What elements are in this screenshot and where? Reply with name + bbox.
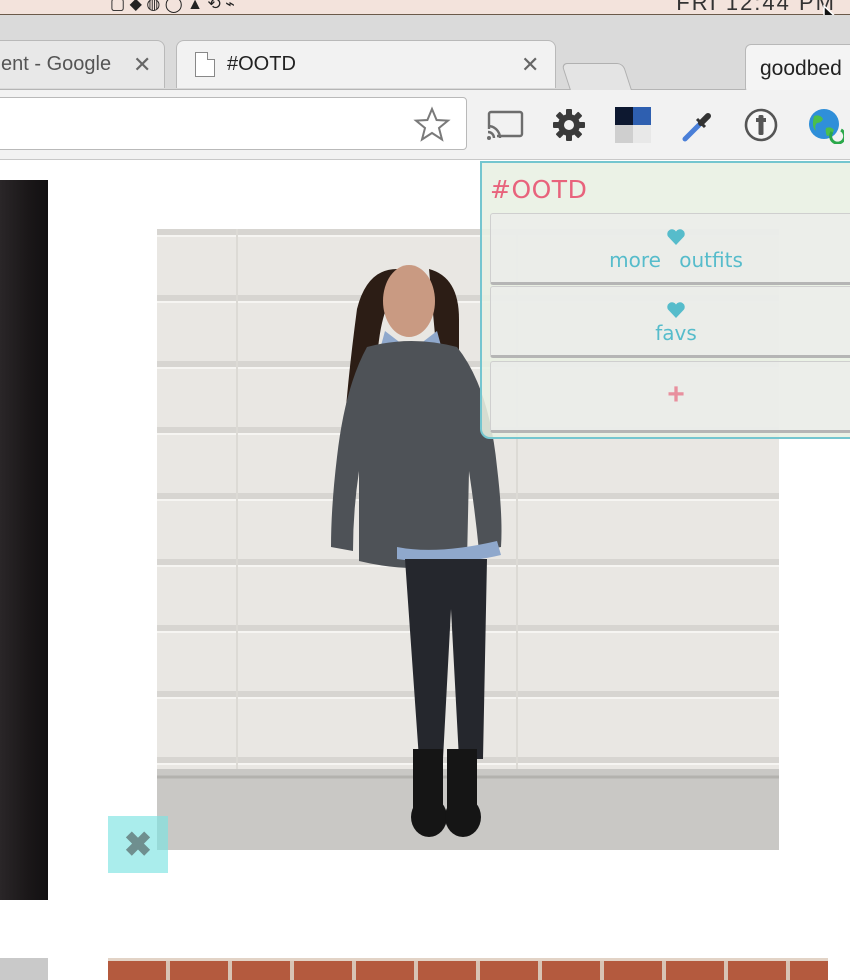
favs-button[interactable]: favs: [490, 286, 850, 358]
tab-title: ent - Google: [1, 53, 112, 75]
password-manager-icon[interactable]: [739, 103, 783, 147]
close-tab-icon[interactable]: ✕: [133, 52, 151, 78]
partial-outfit-photo[interactable]: [0, 180, 48, 900]
remove-button[interactable]: ✖: [108, 816, 168, 873]
add-outfit-button[interactable]: +: [490, 361, 850, 433]
popup-title: #OOTD: [490, 175, 588, 204]
partial-outfit-photo[interactable]: [0, 958, 48, 980]
favs-label: favs: [655, 321, 697, 345]
globe-refresh-icon[interactable]: [803, 103, 847, 147]
address-bar[interactable]: [0, 97, 467, 150]
browser-toolbar: [0, 90, 850, 160]
menubar-status-icons[interactable]: ▢ ◆ ◍ ◯ ▲ ⟲ ⌁: [110, 0, 235, 14]
menubar-clock[interactable]: FRI 12:44 PM: [676, 0, 836, 14]
heart-icon: [667, 229, 685, 245]
heart-icon: [667, 302, 685, 318]
page-icon: [195, 52, 215, 77]
more-outfits-label: more outfits: [609, 248, 743, 272]
gear-icon[interactable]: [547, 103, 591, 147]
cast-icon[interactable]: [483, 103, 527, 147]
close-icon: ✖: [123, 825, 153, 864]
eyedropper-icon[interactable]: [676, 103, 720, 147]
tab-title: #OOTD: [227, 53, 296, 75]
ootd-extension-popup: #OOTD more outfits favs +: [480, 161, 850, 439]
profile-button[interactable]: goodbed: [745, 44, 850, 94]
new-tab-button[interactable]: [561, 63, 633, 93]
more-outfits-button[interactable]: more outfits: [490, 213, 850, 285]
brick-wall-photo[interactable]: [108, 958, 828, 980]
tab-google[interactable]: ent - Google ✕: [0, 40, 165, 88]
tab-ootd[interactable]: #OOTD ✕: [176, 40, 556, 88]
menu-bar: ▢ ◆ ◍ ◯ ▲ ⟲ ⌁ FRI 12:44 PM: [0, 0, 850, 15]
plus-icon: +: [667, 378, 685, 411]
checker-extension-icon[interactable]: [611, 103, 655, 147]
tab-strip: ent - Google ✕ #OOTD ✕ goodbed: [0, 15, 850, 94]
bookmark-star-icon[interactable]: [413, 106, 451, 144]
close-tab-icon[interactable]: ✕: [521, 52, 539, 78]
